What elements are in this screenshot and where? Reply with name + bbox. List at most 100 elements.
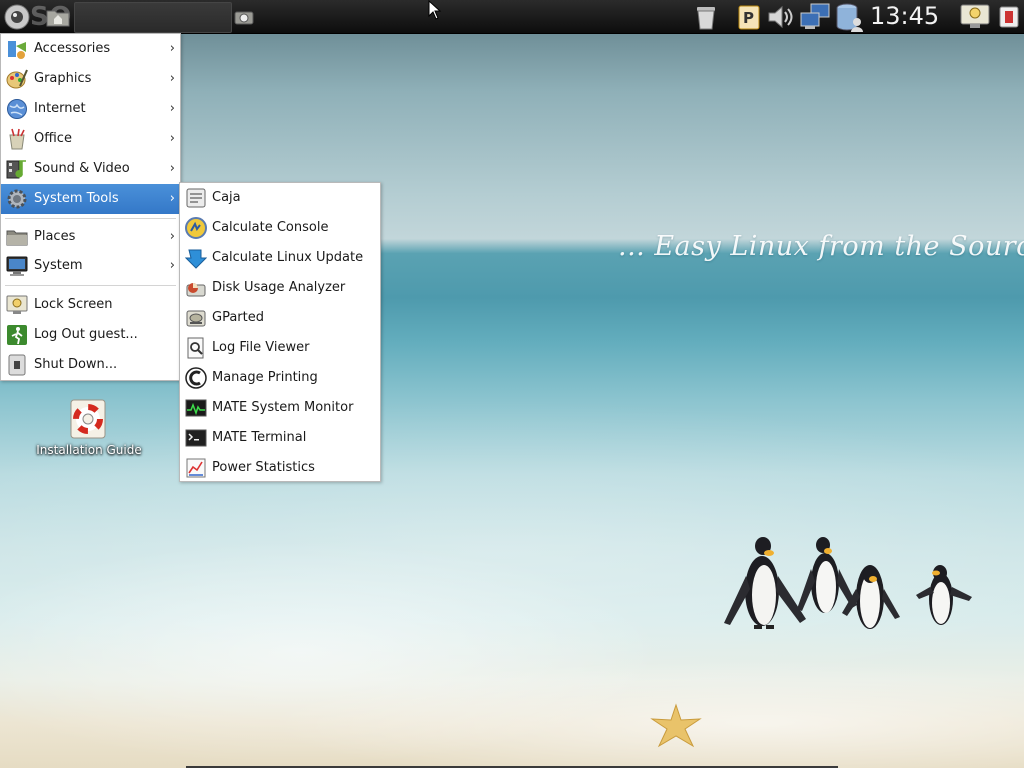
wallpaper-slogan: ... Easy Linux from the Source [618, 231, 1024, 262]
home-folder-launcher[interactable] [42, 0, 74, 33]
submenu-item-caja[interactable]: Caja [180, 183, 380, 213]
trash-applet[interactable] [692, 0, 720, 33]
user-disk-icon [836, 3, 863, 32]
menu-item-label: Office [34, 131, 72, 146]
submenu-item-label: Manage Printing [212, 370, 318, 385]
system-tools-submenu: Caja Calculate Console Calculate Linux U… [179, 182, 381, 482]
parcellite-clipboard-icon: P [738, 5, 760, 29]
accessories-icon [8, 41, 26, 59]
menu-item-label: Graphics [34, 71, 92, 86]
panel-clock[interactable]: 13:45 [870, 0, 939, 33]
submenu-item-label: GParted [212, 310, 264, 325]
gear-icon [7, 189, 27, 209]
applications-menu: Accessories › Graphics › Internet › Offi… [0, 33, 181, 381]
taskbar-window-button[interactable] [74, 2, 232, 33]
submenu-item-manage-printing[interactable]: Manage Printing [180, 363, 380, 393]
menu-item-accessories[interactable]: Accessories › [1, 34, 180, 64]
system-monitor-icon [185, 399, 207, 417]
submenu-arrow-icon: › [169, 229, 175, 244]
menu-item-label: Log Out guest... [34, 327, 138, 342]
window-list-applet[interactable] [994, 0, 1024, 33]
menu-item-graphics[interactable]: Graphics › [1, 64, 180, 94]
volume-icon [768, 5, 793, 28]
log-viewer-icon [187, 337, 204, 359]
submenu-item-log-file-viewer[interactable]: Log File Viewer [180, 333, 380, 363]
menu-item-label: Internet [34, 101, 86, 116]
mouse-cursor-icon [428, 0, 442, 20]
menu-item-sound-video[interactable]: Sound & Video › [1, 154, 180, 184]
top-panel: SOFTPEDIA P [0, 0, 1024, 34]
submenu-item-gparted[interactable]: GParted [180, 303, 380, 333]
submenu-item-label: MATE Terminal [212, 430, 307, 445]
office-icon [9, 128, 25, 150]
submenu-item-label: MATE System Monitor [212, 400, 354, 415]
submenu-arrow-icon: › [169, 191, 175, 206]
calculate-console-icon [185, 217, 207, 239]
menu-item-shut-down[interactable]: Shut Down... [1, 350, 180, 380]
installation-guide-desktop-icon[interactable]: Installation Guide [30, 397, 148, 467]
logout-icon [7, 325, 27, 345]
disk-usage-icon [186, 283, 206, 297]
submenu-item-label: Disk Usage Analyzer [212, 280, 346, 295]
power-statistics-icon [186, 458, 206, 478]
menu-separator [5, 218, 176, 219]
menu-item-office[interactable]: Office › [1, 124, 180, 154]
window-list-icon [999, 6, 1019, 27]
menu-item-system-tools[interactable]: System Tools › [1, 184, 180, 214]
submenu-arrow-icon: › [169, 71, 175, 86]
submenu-item-mate-terminal[interactable]: MATE Terminal [180, 423, 380, 453]
shutdown-icon [8, 354, 26, 376]
home-folder-icon [46, 10, 70, 26]
menu-item-log-out[interactable]: Log Out guest... [1, 320, 180, 350]
distro-logo-icon [4, 4, 30, 29]
globe-icon [7, 99, 27, 119]
folder-icon [6, 230, 28, 246]
menu-item-label: Places [34, 229, 76, 244]
submenu-arrow-icon: › [169, 101, 175, 116]
installation-guide-label: Installation Guide [36, 443, 142, 457]
volume-applet[interactable] [766, 0, 796, 33]
printing-icon [185, 367, 207, 389]
menu-item-places[interactable]: Places › [1, 222, 180, 252]
submenu-item-label: Calculate Linux Update [212, 250, 364, 265]
menu-item-label: Shut Down... [34, 357, 118, 372]
submenu-item-mate-system-monitor[interactable]: MATE System Monitor [180, 393, 380, 423]
submenu-item-label: Log File Viewer [212, 340, 310, 355]
menu-item-internet[interactable]: Internet › [1, 94, 180, 124]
screenshot-launcher[interactable] [232, 0, 256, 33]
submenu-arrow-icon: › [169, 258, 175, 273]
gparted-icon [186, 310, 206, 327]
screenshot-app-icon [234, 11, 254, 24]
graphics-icon [6, 69, 28, 89]
network-applet[interactable] [798, 0, 832, 33]
penguin-graphic [916, 565, 972, 625]
clipboard-applet[interactable]: P [736, 0, 762, 33]
sound-video-icon [6, 160, 26, 179]
menu-item-system[interactable]: System › [1, 251, 180, 281]
submenu-item-label: Calculate Console [212, 220, 329, 235]
menu-item-label: Sound & Video [34, 161, 130, 176]
menu-item-label: System [34, 258, 83, 273]
network-icon [800, 3, 830, 29]
display-lock-applet[interactable] [958, 0, 992, 33]
starfish-graphic [650, 703, 702, 748]
lifebuoy-icon [70, 399, 106, 439]
terminal-icon [185, 429, 207, 447]
submenu-item-power-statistics[interactable]: Power Statistics [180, 453, 380, 483]
submenu-arrow-icon: › [169, 131, 175, 146]
update-arrow-icon [185, 249, 207, 269]
submenu-item-disk-usage-analyzer[interactable]: Disk Usage Analyzer [180, 273, 380, 303]
submenu-arrow-icon: › [169, 41, 175, 56]
caja-icon [186, 188, 206, 208]
submenu-arrow-icon: › [169, 161, 175, 176]
lock-screen-icon [6, 295, 28, 314]
display-lock-icon [960, 4, 990, 28]
submenu-item-calculate-console[interactable]: Calculate Console [180, 213, 380, 243]
submenu-item-calculate-linux-update[interactable]: Calculate Linux Update [180, 243, 380, 273]
submenu-item-label: Caja [212, 190, 241, 205]
user-disk-applet[interactable] [832, 0, 866, 33]
menu-separator [5, 285, 176, 286]
main-menu-button[interactable] [0, 0, 34, 33]
monitor-icon [6, 256, 28, 276]
menu-item-lock-screen[interactable]: Lock Screen [1, 290, 180, 320]
